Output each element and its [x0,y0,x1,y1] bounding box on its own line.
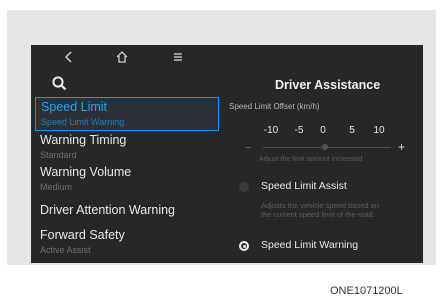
offset-value[interactable]: -5 [289,125,309,136]
offset-value[interactable]: -10 [261,125,281,136]
infotainment-screen: Speed Limit Speed Limit Warning Warning … [31,45,423,263]
list-item-title: Driver Attention Warning [40,203,176,217]
offset-value[interactable]: 0 [313,125,333,136]
speed-limit-warning-label[interactable]: Speed Limit Warning [261,239,358,251]
list-item-warning-volume[interactable]: Warning Volume Medium [35,163,219,197]
speed-limit-assist-description: Adjusts the vehicle speed based on the c… [261,201,379,219]
offset-slider-handle[interactable] [322,144,328,150]
speed-limit-offset-label: Speed Limit Offset (km/h) [229,102,320,111]
speed-limit-warning-radio[interactable] [239,241,249,251]
menu-icon[interactable] [170,49,186,65]
offset-hint-text: Adjust the limit amount increased [259,156,363,163]
offset-scale: -10 -5 0 5 10 [31,125,423,137]
list-item-title: Speed Limit [41,100,108,114]
offset-value[interactable]: 5 [342,125,362,136]
panel-title: Driver Assistance [275,78,381,92]
increase-offset-button[interactable]: + [398,140,405,154]
list-item-subtitle: Active Assist [40,245,91,255]
top-navigation-bar [31,45,221,69]
home-icon[interactable] [114,49,130,65]
list-item-title: Warning Volume [40,165,132,179]
back-chevron-icon[interactable] [61,49,77,65]
image-code: ONE1071200L [330,285,403,297]
speed-limit-assist-label[interactable]: Speed Limit Assist [261,180,347,192]
offset-value[interactable]: 10 [369,125,389,136]
decrease-offset-button[interactable]: − [245,142,251,154]
search-icon[interactable] [51,75,69,93]
speed-limit-assist-radio[interactable] [239,182,249,192]
list-item-subtitle: Medium [40,182,73,192]
list-item-driver-attention-warning[interactable]: Driver Attention Warning [35,201,219,225]
list-item-title: Forward Safety [40,228,125,242]
list-item-forward-safety[interactable]: Forward Safety Active Assist [35,226,219,260]
list-item-subtitle: Standard [40,150,77,160]
